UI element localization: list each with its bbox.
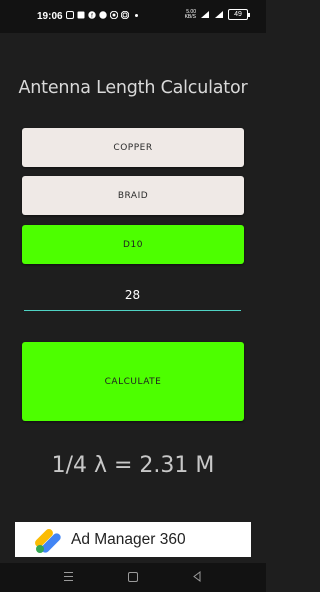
network-speed-unit: KB/S [184,13,196,20]
app-title: Antenna Length Calculator [18,78,248,98]
home-icon[interactable] [128,572,138,582]
calculate-button[interactable]: CALCULATE [22,342,244,421]
notification-icons: f [66,11,138,19]
diameter-button[interactable]: D10 [22,225,244,264]
back-icon[interactable] [192,571,202,582]
length-input[interactable] [24,280,241,311]
ad-manager-logo-icon [35,528,61,553]
result-text: 1/4 λ = 2.31 M [51,453,215,478]
network-speed: 5.00 KB/S [184,9,196,20]
material-button[interactable]: COPPER [22,128,244,167]
more-notifications-dot [135,13,138,17]
ad-banner[interactable]: Ad Manager 360 [15,522,251,557]
screen: 19:06 f 5.00 KB/S 49 Antenna Length Calc… [0,0,266,592]
gallery-icon [77,11,85,19]
type-button[interactable]: BRAID [22,176,244,215]
status-bar: 19:06 f 5.00 KB/S 49 [0,0,266,33]
messenger-icon [99,11,107,19]
chrome-icon [121,11,129,19]
battery-icon: 49 [228,9,250,20]
wifi-signal-icon [215,11,223,18]
status-time: 19:06 [37,11,63,22]
navigation-bar [0,563,266,592]
facebook-icon: f [88,11,96,19]
notification-icon [66,11,74,19]
signal-icon [201,11,209,18]
menu-icon[interactable] [64,572,74,582]
app-icon [110,11,118,19]
status-right: 5.00 KB/S 49 [184,9,250,20]
ad-text: Ad Manager 360 [71,530,186,548]
